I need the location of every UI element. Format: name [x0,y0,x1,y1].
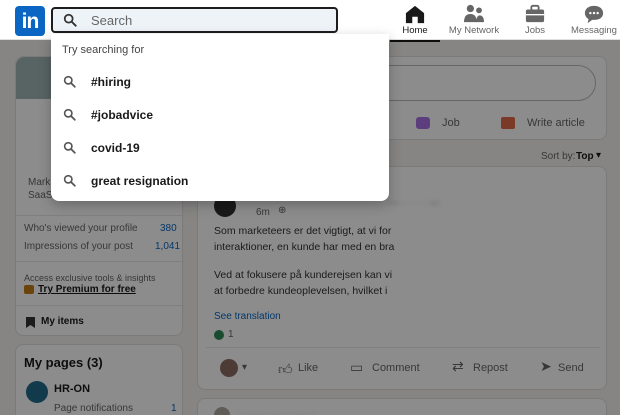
like-icon: 👍︎ [278,361,293,377]
nav-home-label: Home [402,25,428,36]
post-text-line-3: Ved at fokusere på kunderejsen kan vi [214,269,393,281]
linkedin-logo[interactable]: in [15,6,45,36]
nav-my-network[interactable]: My Network [443,4,505,38]
write-article-button[interactable]: Write article [527,117,585,129]
comment-button[interactable]: Comment [372,362,420,374]
my-pages-title[interactable]: My pages (3) [24,355,103,370]
search-box[interactable] [51,7,338,33]
reaction-count[interactable]: 1 [228,329,234,340]
blurred-text: · · · · · · · · · · · · · [238,409,315,415]
send-icon: ➤ [540,358,552,374]
page-notifications-count: 1 [171,403,177,414]
nav-jobs-label: Jobs [524,25,546,36]
divider [16,305,184,306]
my-pages-card: My pages (3) HR-ON Page notifications 1 [15,344,183,415]
post-text-line-1: Som marketeers er det vigtigt, at vi for [214,225,392,237]
post-text-line-4: at forbedre kundeoplevelsen, hvilket i [214,285,388,297]
nav-home[interactable]: Home [384,4,446,42]
stat-profile-views-value[interactable]: 380 [160,223,177,234]
search-input[interactable] [91,11,321,29]
nav-messaging[interactable]: Messaging [563,4,620,38]
nav-jobs[interactable]: Jobs [504,4,566,38]
search-icon [63,75,76,88]
suggestion-label: #hiring [91,75,132,89]
page-notifications-label[interactable]: Page notifications [54,403,133,414]
repost-icon: ⇄ [452,358,464,374]
suggestion-item[interactable]: covid-19 [51,133,389,163]
suggestion-label: great resignation [91,174,189,188]
stat-profile-views-label[interactable]: Who's viewed your profile [24,223,138,234]
job-icon [416,117,430,129]
reactor-chevron-icon[interactable]: ▾ [242,362,247,373]
globe-icon: ⊕ [278,205,287,216]
search-icon [63,141,76,154]
suggestions-hint: Try searching for [62,44,145,56]
suggestion-item[interactable]: #jobadvice [51,100,389,130]
reaction-icon [214,330,224,340]
profile-headline-line-2: SaaS [28,190,53,201]
post-text-line-2: interaktioner, en kunde har med en bra [214,241,395,253]
my-items-link[interactable]: My items [41,316,84,327]
reactor-avatar[interactable] [220,359,238,377]
premium-link[interactable]: Try Premium for free [38,284,136,295]
nav-messaging-label: Messaging [571,25,617,36]
suggestion-item[interactable]: great resignation [51,166,389,196]
premium-note: Access exclusive tools & insights [24,273,156,283]
repost-button[interactable]: Repost [473,362,508,374]
divider [206,347,600,348]
see-translation-link[interactable]: See translation [214,311,281,322]
network-icon [464,4,484,23]
search-icon [63,13,77,27]
start-post-input[interactable] [360,65,596,101]
premium-icon [24,285,34,294]
sort-chevron-icon[interactable]: ▾ [596,150,601,161]
hr-on-logo [26,381,48,403]
suggestion-label: #jobadvice [91,108,154,122]
home-icon [405,5,425,24]
stat-impressions-value[interactable]: 1,041 [155,241,180,252]
briefcase-icon [525,4,545,23]
sort-label: Sort by: [541,151,576,162]
article-icon [501,117,515,129]
blurred-text: — · · · · — [388,197,440,209]
page-name[interactable]: HR-ON [54,383,90,395]
like-button[interactable]: Like [298,362,318,374]
search-icon [63,108,76,121]
comment-icon: ▭ [350,359,364,375]
author-avatar [214,407,230,415]
suggestion-item[interactable]: #hiring [51,67,389,97]
sort-value[interactable]: Top [576,151,594,162]
send-button[interactable]: Send [558,362,584,374]
bookmark-icon [26,317,35,328]
share-job-button[interactable]: Job [442,117,460,129]
chat-icon [584,5,604,24]
search-suggestions-dropdown: Try searching for #hiring #jobadvice cov… [51,34,389,201]
search-icon [63,174,76,187]
divider [16,215,184,216]
divider [16,261,184,262]
suggestion-label: covid-19 [91,141,140,155]
stat-impressions-label[interactable]: Impressions of your post [24,241,133,252]
next-feed-post: · · · · · · · · · · · · · [197,398,607,415]
nav-my-network-label: My Network [448,25,500,36]
post-time: 6m [256,207,270,218]
profile-headline-line-1: Mark [28,177,51,188]
